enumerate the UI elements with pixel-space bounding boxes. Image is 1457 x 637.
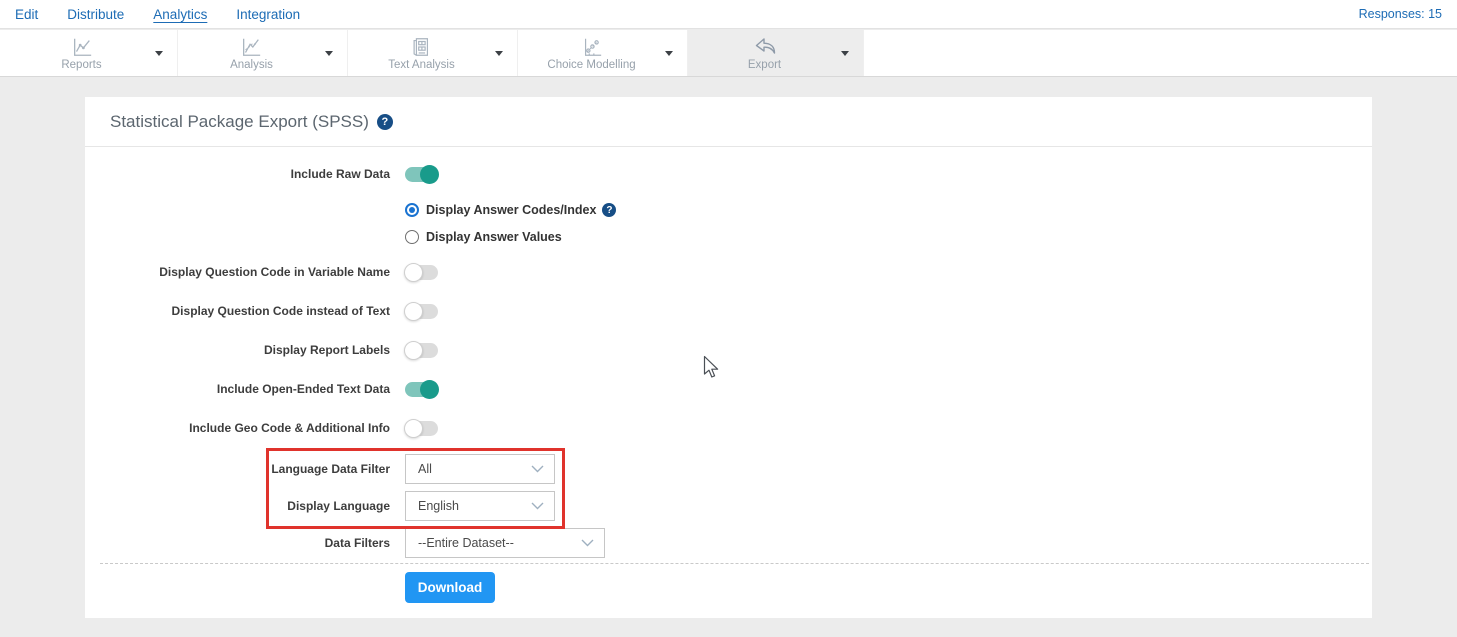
toolbar-tab-text-analysis-content: Text Analysis — [388, 36, 454, 71]
toolbar-tab-reports[interactable]: Reports — [8, 30, 178, 76]
document-grid-icon — [410, 36, 432, 58]
page-title: Statistical Package Export (SPSS) — [110, 112, 369, 132]
display-language-select[interactable]: English — [405, 491, 555, 521]
panel-title-row: Statistical Package Export (SPSS) ? — [85, 97, 1372, 147]
toolbar-tab-label: Reports — [61, 59, 101, 71]
toolbar-tab-choice-modelling[interactable]: Choice Modelling — [518, 30, 688, 76]
chevron-down-icon — [531, 465, 544, 473]
trend-chart-icon — [240, 36, 262, 58]
field-label: Display Report Labels — [85, 343, 390, 357]
help-icon[interactable]: ? — [377, 114, 393, 130]
radio-display-answer-codes[interactable]: Display Answer Codes/Index ? — [405, 203, 616, 217]
form-row-display-language: Display Language English — [85, 491, 1372, 521]
toggle-knob — [404, 419, 423, 438]
field-label: Display Language — [85, 499, 390, 513]
field-label: Data Filters — [85, 536, 390, 550]
report-labels-toggle[interactable] — [405, 343, 438, 358]
chevron-down-icon[interactable] — [495, 51, 503, 56]
radio-label: Display Answer Values — [426, 230, 562, 244]
select-value: English — [418, 499, 523, 513]
radio-display-answer-values[interactable]: Display Answer Values — [405, 230, 562, 244]
line-chart-icon — [71, 36, 93, 58]
field-label: Include Raw Data — [85, 167, 390, 181]
toolbar-tab-choice-modelling-content: Choice Modelling — [547, 36, 635, 71]
data-filters-select[interactable]: --Entire Dataset-- — [405, 528, 605, 558]
toolbar-tab-label: Choice Modelling — [547, 59, 635, 71]
toggle-knob — [420, 165, 439, 184]
qcode-instead-text-toggle[interactable] — [405, 304, 438, 319]
select-value: --Entire Dataset-- — [418, 536, 573, 550]
open-ended-toggle[interactable] — [405, 382, 438, 397]
include-raw-data-toggle[interactable] — [405, 167, 438, 182]
form-row-qcode-instead-text: Display Question Code instead of Text — [85, 297, 1372, 325]
geo-code-toggle[interactable] — [405, 421, 438, 436]
form-row-include-raw-data: Include Raw Data — [85, 160, 1372, 188]
field-label: Include Geo Code & Additional Info — [85, 421, 390, 435]
toolbar-tab-text-analysis[interactable]: Text Analysis — [348, 30, 518, 76]
form-row-qcode-variable-name: Display Question Code in Variable Name — [85, 258, 1372, 286]
language-data-filter-select[interactable]: All — [405, 454, 555, 484]
chevron-down-icon[interactable] — [841, 51, 849, 56]
nav-item-integration[interactable]: Integration — [236, 6, 300, 22]
form-row-open-ended: Include Open-Ended Text Data — [85, 375, 1372, 403]
form-row-geo-code: Include Geo Code & Additional Info — [85, 414, 1372, 442]
nav-item-analytics[interactable]: Analytics — [153, 6, 207, 22]
toolbar-tab-analysis-content: Analysis — [230, 36, 273, 71]
nav-item-distribute[interactable]: Distribute — [67, 6, 124, 22]
top-navigation-bar: Edit Distribute Analytics Integration Re… — [0, 0, 1457, 29]
form-row-report-labels: Display Report Labels — [85, 336, 1372, 364]
field-label: Language Data Filter — [85, 462, 390, 476]
form-row-download: Download — [85, 572, 1372, 603]
download-button[interactable]: Download — [405, 572, 495, 603]
toggle-knob — [420, 380, 439, 399]
export-arrow-icon — [753, 36, 777, 58]
select-value: All — [418, 462, 523, 476]
nav-item-edit[interactable]: Edit — [15, 6, 38, 22]
form-row-radio-values: Display Answer Values — [85, 223, 1372, 251]
field-label: Include Open-Ended Text Data — [85, 382, 390, 396]
dashed-divider — [100, 563, 1369, 564]
chevron-down-icon[interactable] — [325, 51, 333, 56]
form-row-data-filters: Data Filters --Entire Dataset-- — [85, 528, 1372, 558]
chevron-down-icon — [581, 539, 594, 547]
toggle-knob — [404, 263, 423, 282]
scatter-chart-icon — [581, 36, 603, 58]
toolbar-tab-label: Analysis — [230, 59, 273, 71]
responses-count[interactable]: Responses: 15 — [1359, 7, 1442, 21]
radio-button-icon[interactable] — [405, 203, 419, 217]
toolbar-tab-label: Export — [748, 59, 781, 71]
chevron-down-icon — [531, 502, 544, 510]
field-label: Display Question Code in Variable Name — [85, 265, 390, 279]
toolbar-tab-reports-content: Reports — [61, 36, 101, 71]
toolbar-tab-analysis[interactable]: Analysis — [178, 30, 348, 76]
form-row-language-data-filter: Language Data Filter All — [85, 454, 1372, 484]
chevron-down-icon[interactable] — [665, 51, 673, 56]
toggle-knob — [404, 302, 423, 321]
help-icon[interactable]: ? — [602, 203, 616, 217]
analytics-toolbar: Reports Analysis Text Ana — [0, 30, 1457, 77]
qcode-variable-name-toggle[interactable] — [405, 265, 438, 280]
toggle-knob — [404, 341, 423, 360]
toolbar-tab-label: Text Analysis — [388, 59, 454, 71]
toolbar-tab-export[interactable]: Export — [688, 30, 864, 76]
chevron-down-icon[interactable] — [155, 51, 163, 56]
form-row-radio-codes-index: Display Answer Codes/Index ? — [85, 196, 1372, 224]
radio-label: Display Answer Codes/Index — [426, 203, 596, 217]
radio-button-icon[interactable] — [405, 230, 419, 244]
spss-export-panel: Statistical Package Export (SPSS) ? Incl… — [85, 97, 1372, 618]
field-label: Display Question Code instead of Text — [85, 304, 390, 318]
toolbar-tab-export-content: Export — [748, 36, 781, 71]
